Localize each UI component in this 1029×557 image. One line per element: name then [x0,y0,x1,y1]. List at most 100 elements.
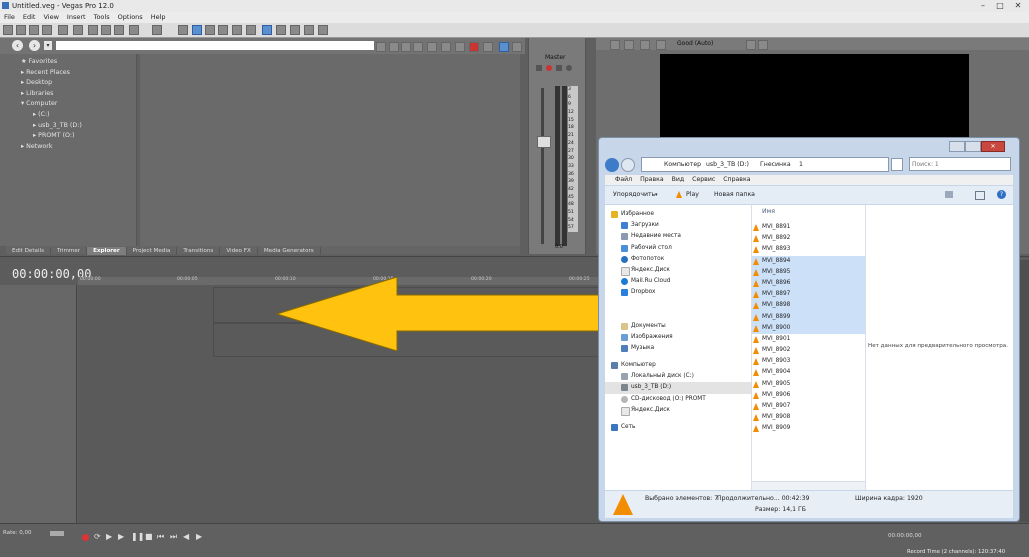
breadcrumb-computer[interactable]: Компьютер [664,158,701,171]
nav-cd-drive-o[interactable]: CD-дисковод (O:) PROMT [605,394,751,405]
menu-view[interactable]: View [39,12,62,23]
column-header-name[interactable]: Имя [762,208,775,215]
ignore-grouping-icon[interactable] [290,25,300,35]
menu-insert[interactable]: Insert [63,12,90,23]
maximize-button[interactable]: □ [992,1,1008,10]
tree-item-libraries[interactable]: ▸ Libraries [13,89,82,100]
search-input[interactable] [909,157,1011,171]
new-icon[interactable] [3,25,13,35]
tree-item-favorites[interactable]: ★ Favorites [13,57,82,68]
address-refresh-icon[interactable] [891,158,903,171]
organize-button[interactable]: Упорядочить [613,186,655,204]
new-folder-button[interactable]: Новая папка [714,186,755,204]
nav-recent-places[interactable]: Недавние места [605,231,751,242]
snapping-icon[interactable] [246,25,256,35]
tab-trimmer[interactable]: Trimmer [51,247,88,255]
menu-file[interactable]: File [0,12,19,23]
timeline-vertical-scrollbar[interactable] [1020,260,1029,522]
nav-photostream[interactable]: Фотопоток [605,254,751,265]
play-button[interactable]: Play [686,186,699,204]
tree-item-drive-c[interactable]: ▸ (C:) [13,110,82,121]
tree-item-computer[interactable]: ▾ Computer [13,99,82,110]
view-options-icon[interactable] [945,191,953,198]
file-row[interactable]: MVI_8909 [752,423,865,434]
breadcrumb-drive[interactable]: usb_3_TB (D:) [706,158,749,171]
win-menu-file[interactable]: Файл [615,176,632,183]
auto-ripple-icon[interactable] [262,25,272,35]
save-as-icon[interactable] [42,25,52,35]
settings-icon[interactable] [566,65,572,71]
file-row[interactable]: MVI_8908 [752,412,865,423]
solo-icon[interactable] [546,65,552,71]
save-icon[interactable] [29,25,39,35]
stop-icon[interactable]: ■ [145,532,153,541]
explorer-menu-icon[interactable] [512,42,522,52]
loop-icon[interactable]: ⟳ [94,532,101,541]
cut-icon[interactable] [88,25,98,35]
mute-icon[interactable] [536,65,542,71]
file-row[interactable]: MVI_8901 [752,334,865,345]
nav-computer[interactable]: Компьютер [605,360,751,371]
auto-preview-icon[interactable] [483,42,493,52]
zoom-tool-icon[interactable] [232,25,242,35]
normal-edit-tool-icon[interactable] [192,25,202,35]
file-row[interactable]: MVI_8894 [752,255,865,267]
tab-explorer[interactable]: Explorer [87,247,127,255]
minimize-button[interactable]: – [975,1,991,10]
pause-button-icon[interactable]: ❚❚ [131,532,144,541]
nav-yandex-disk[interactable]: Яндекс.Диск [605,265,751,276]
record-icon[interactable] [469,42,479,52]
back-icon[interactable]: ‹ [12,40,23,51]
file-row[interactable]: MVI_8905 [752,379,865,390]
close-button[interactable]: ✕ [1010,1,1026,10]
go-to-end-icon[interactable]: ⏭ [170,532,177,542]
preview-quality-select[interactable]: Good (Auto) [677,40,713,47]
prev-frame-icon[interactable]: ◀ [183,532,189,541]
win-close-button[interactable]: ✕ [981,141,1005,152]
file-row[interactable]: MVI_8893 [752,244,865,255]
preview-device-icon[interactable] [610,40,620,50]
win-forward-icon[interactable] [621,158,635,172]
dropdown-icon[interactable]: ▾ [44,41,52,50]
win-back-icon[interactable] [605,158,619,172]
file-row[interactable]: MVI_8907 [752,401,865,412]
redo-icon[interactable] [152,25,162,35]
file-row[interactable]: MVI_8892 [752,233,865,244]
menu-edit[interactable]: Edit [19,12,40,23]
nav-pictures[interactable]: Изображения [605,332,751,343]
pause-icon[interactable] [499,42,509,52]
file-row[interactable]: MVI_8899 [752,311,865,323]
render-icon[interactable] [58,25,68,35]
nav-yandex-disk-2[interactable]: Яндекс.Диск [605,405,751,416]
edit-tool-icon[interactable] [178,25,188,35]
win-menu-service[interactable]: Сервис [692,176,715,183]
help-icon[interactable]: ? [997,190,1006,199]
fx-bypass-icon[interactable] [640,40,650,50]
open-icon[interactable] [16,25,26,35]
breadcrumb-subfolder[interactable]: 1 [799,158,803,171]
nav-network[interactable]: Сеть [605,422,751,433]
win-menu-help[interactable]: Справка [723,176,750,183]
win-maximize-button[interactable] [965,141,981,152]
preview-stop-icon[interactable] [455,42,465,52]
win-menu-view[interactable]: Вид [672,176,685,183]
views-icon[interactable] [427,42,437,52]
tree-item-desktop[interactable]: ▸ Desktop [13,78,82,89]
menu-options[interactable]: Options [114,12,147,23]
tab-video-fx[interactable]: Video FX [220,247,258,255]
nav-documents[interactable]: Документы [605,321,751,332]
refresh-icon[interactable] [389,42,399,52]
master-fader-handle[interactable] [537,136,551,148]
nav-favorites[interactable]: Избранное [605,209,751,220]
tab-media-generators[interactable]: Media Generators [258,247,321,255]
split-screen-icon[interactable] [656,40,666,50]
paste-icon[interactable] [114,25,124,35]
selection-tool-icon[interactable] [218,25,228,35]
play-icon[interactable]: ▶ [118,532,124,541]
nav-mailru-cloud[interactable]: Mail.Ru Cloud [605,276,751,287]
undo-icon[interactable] [129,25,139,35]
next-frame-icon[interactable]: ▶ [196,532,202,541]
rate-slider[interactable] [50,531,64,536]
overlays-icon[interactable] [746,40,756,50]
tree-item-recent[interactable]: ▸ Recent Places [13,68,82,79]
